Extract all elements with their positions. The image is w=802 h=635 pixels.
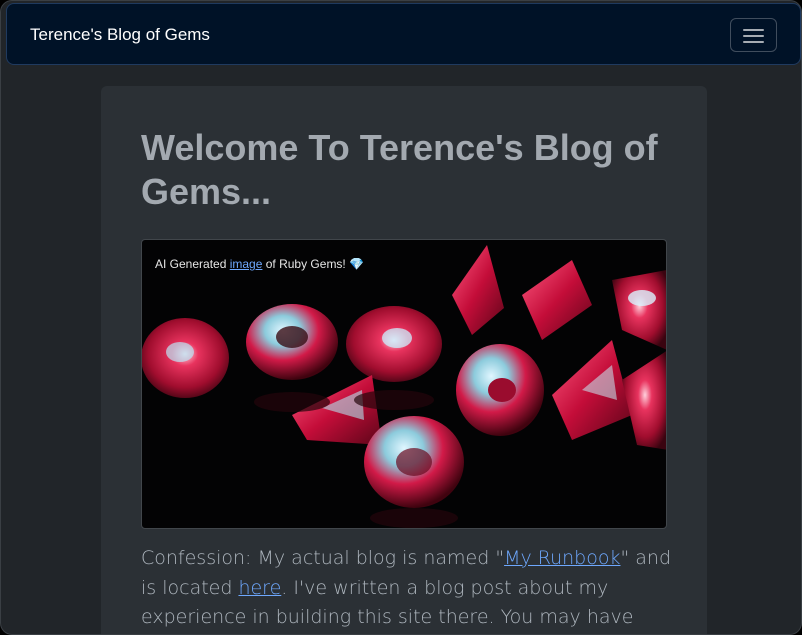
gem-icon: 💎 — [349, 257, 365, 271]
ruby-gems-image — [142, 245, 666, 528]
intro-paragraph: Confession: My actual blog is named "My … — [141, 544, 681, 634]
browser-window: Terence's Blog of Gems Welcome To Terenc… — [0, 0, 802, 635]
navbar-brand[interactable]: Terence's Blog of Gems — [30, 24, 210, 46]
navbar-toggler-button[interactable] — [730, 18, 777, 52]
caption-text-prefix: AI Generated — [155, 257, 230, 271]
image-link[interactable]: image — [230, 257, 263, 271]
here-link[interactable]: here — [238, 577, 281, 599]
page-title: Welcome To Terence's Blog of Gems... — [141, 127, 658, 212]
hero-caption: AI Generated image of Ruby Gems! 💎 — [155, 256, 364, 272]
hero-image: AI Generated image of Ruby Gems! 💎 — [141, 239, 667, 529]
caption-text-suffix: of Ruby Gems! — [262, 257, 350, 271]
intro-text-1: Confession: My actual blog is named " — [141, 547, 505, 569]
my-runbook-link[interactable]: My Runbook — [504, 547, 620, 569]
navbar: Terence's Blog of Gems — [6, 3, 801, 65]
content-card: Welcome To Terence's Blog of Gems... AI … — [101, 86, 707, 634]
